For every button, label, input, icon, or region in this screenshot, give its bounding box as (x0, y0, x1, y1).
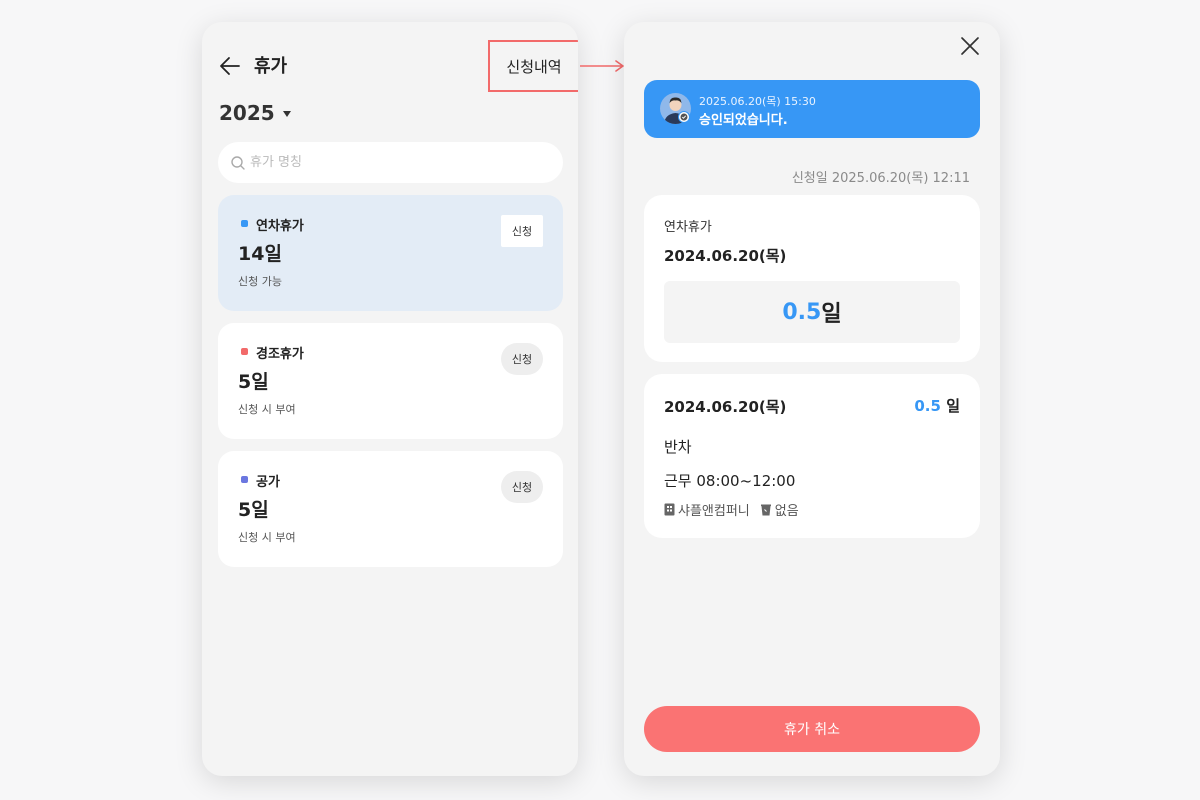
leave-name: 경조휴가 (256, 347, 304, 362)
page-title: 휴가 (254, 56, 288, 77)
leave-name: 공가 (256, 475, 280, 490)
close-icon[interactable] (958, 34, 982, 58)
leave-date: 2024.06.20(목) (664, 247, 787, 265)
leave-days: 5일 (238, 371, 269, 393)
leave-sub: 신청 시 부여 (238, 403, 296, 416)
year-label: 2025 (219, 101, 275, 125)
leave-card-condolence[interactable]: 경조휴가 5일 신청 시 부여 신청 (218, 323, 563, 439)
history-button[interactable]: 신청내역 (488, 40, 578, 92)
cancel-leave-button[interactable]: 휴가 취소 (644, 706, 980, 752)
detail-meta: 샤플앤컴퍼니 없음 (664, 500, 809, 519)
leave-days: 14일 (238, 243, 282, 265)
leave-days-box: 0.5 일 (664, 281, 960, 343)
detail-days-value: 0.5 (914, 397, 941, 415)
search-icon (231, 155, 245, 170)
apply-button[interactable]: 신청 (501, 471, 543, 503)
leave-color-dot (241, 220, 248, 227)
building-icon (664, 503, 675, 516)
search-bar[interactable] (218, 142, 563, 183)
banner-timestamp: 2025.06.20(목) 15:30 (699, 95, 816, 108)
detail-date: 2024.06.20(목) (664, 398, 787, 416)
leave-color-dot (241, 348, 248, 355)
leave-sub: 신청 가능 (238, 275, 282, 288)
leave-color-dot (241, 476, 248, 483)
apply-button[interactable]: 신청 (501, 343, 543, 375)
search-input[interactable] (250, 155, 540, 170)
leave-sub: 신청 시 부여 (238, 531, 296, 544)
caret-down-icon (282, 111, 291, 117)
coffee-cup-icon (760, 504, 771, 516)
break-info: 없음 (774, 504, 799, 519)
leave-detail-card: 2024.06.20(목) 0.5 일 반차 근무 08:00~12:00 샤플… (644, 374, 980, 538)
apply-date: 신청일 2025.06.20(목) 12:11 (791, 171, 970, 186)
leave-list-screen: 휴가 신청내역 2025 연차휴가 14일 신청 가능 신청 경조휴가 5일 신… (202, 22, 578, 776)
days-unit: 일 (821, 302, 842, 327)
approval-banner: 2025.06.20(목) 15:30 승인되었습니다. (644, 80, 980, 138)
year-selector[interactable]: 2025 (219, 101, 291, 125)
apply-button[interactable]: 신청 (501, 215, 543, 247)
leave-days: 5일 (238, 499, 269, 521)
banner-message: 승인되었습니다. (699, 113, 788, 128)
leave-summary-card: 연차휴가 2024.06.20(목) 0.5 일 (644, 195, 980, 362)
leave-card-annual[interactable]: 연차휴가 14일 신청 가능 신청 (218, 195, 563, 311)
detail-days: 0.5 일 (914, 395, 960, 416)
days-value: 0.5 (782, 299, 822, 325)
leave-detail-screen: 2025.06.20(목) 15:30 승인되었습니다. 신청일 2025.06… (624, 22, 1000, 776)
detail-type: 반차 (664, 438, 692, 456)
leave-type: 연차휴가 (664, 220, 712, 235)
check-badge-icon (678, 111, 690, 123)
leave-card-official[interactable]: 공가 5일 신청 시 부여 신청 (218, 451, 563, 567)
leave-name: 연차휴가 (256, 219, 304, 234)
detail-hours: 근무 08:00~12:00 (664, 472, 796, 490)
detail-days-unit: 일 (946, 397, 960, 415)
company-name: 샤플앤컴퍼니 (678, 504, 750, 519)
connector-arrow-icon (580, 60, 624, 72)
back-arrow-icon[interactable] (218, 54, 242, 78)
